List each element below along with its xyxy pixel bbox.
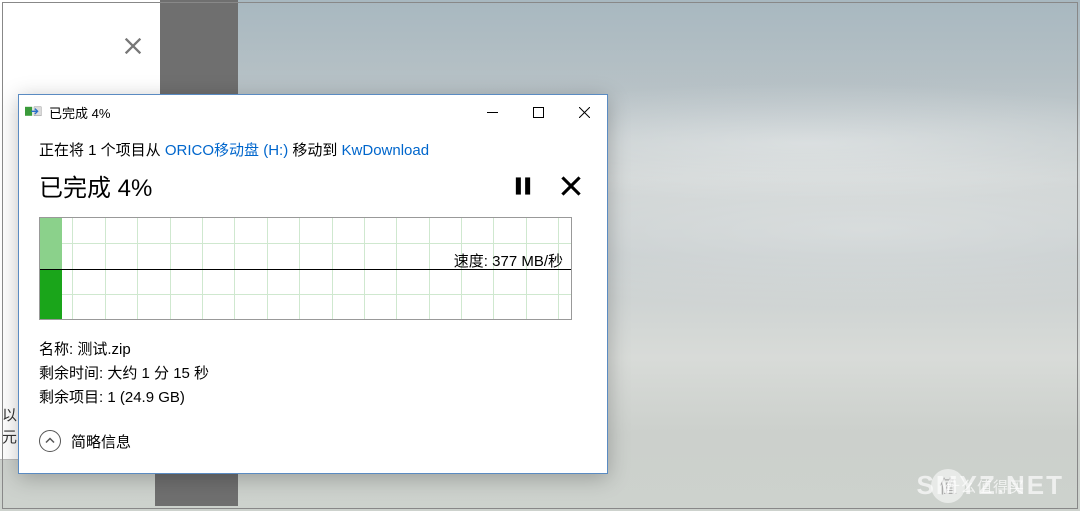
titlebar[interactable]: 已完成 4% bbox=[19, 95, 607, 129]
speed-label: 速度: 377 MB/秒 bbox=[454, 250, 563, 271]
window-title: 已完成 4% bbox=[49, 103, 110, 122]
close-icon bbox=[122, 35, 144, 57]
pause-icon bbox=[513, 176, 533, 196]
file-transfer-dialog: 已完成 4% 正在将 1 个项目从 ORICO移动盘 (H:) 移动到 KwDo… bbox=[18, 94, 608, 474]
transfer-details: 名称: 测试.zip 剩余时间: 大约 1 分 15 秒 剩余项目: 1 (24… bbox=[39, 338, 587, 410]
close-icon bbox=[579, 107, 590, 118]
detail-items: 剩余项目: 1 (24.9 GB) bbox=[39, 386, 587, 410]
chevron-up-icon bbox=[39, 430, 61, 452]
detail-name: 名称: 测试.zip bbox=[39, 338, 587, 362]
cancel-icon bbox=[561, 176, 581, 196]
window-controls bbox=[469, 97, 607, 127]
close-button-back[interactable] bbox=[115, 28, 151, 64]
progress-heading: 已完成 4% bbox=[39, 168, 513, 203]
minimize-button[interactable] bbox=[469, 97, 515, 127]
speed-chart: 速度: 377 MB/秒 bbox=[39, 217, 572, 320]
cancel-button[interactable] bbox=[561, 176, 581, 196]
partial-text: 以 元 bbox=[2, 405, 17, 449]
chart-fill-lower bbox=[40, 270, 62, 320]
close-button[interactable] bbox=[561, 97, 607, 127]
dialog-body: 正在将 1 个项目从 ORICO移动盘 (H:) 移动到 KwDownload … bbox=[19, 129, 607, 452]
transfer-description: 正在将 1 个项目从 ORICO移动盘 (H:) 移动到 KwDownload bbox=[39, 139, 587, 160]
maximize-button[interactable] bbox=[515, 97, 561, 127]
pause-button[interactable] bbox=[513, 176, 533, 196]
watermark-site: SMYZ.NET bbox=[917, 470, 1064, 501]
source-link[interactable]: ORICO移动盘 (H:) bbox=[165, 142, 288, 159]
maximize-icon bbox=[533, 107, 544, 118]
chart-fill-upper bbox=[40, 218, 62, 269]
transfer-icon bbox=[25, 105, 43, 119]
detail-time: 剩余时间: 大约 1 分 15 秒 bbox=[39, 362, 587, 386]
minimize-icon bbox=[487, 107, 498, 118]
dest-link[interactable]: KwDownload bbox=[342, 142, 430, 159]
details-toggle-label: 简略信息 bbox=[71, 431, 131, 452]
details-toggle[interactable]: 简略信息 bbox=[39, 430, 587, 452]
